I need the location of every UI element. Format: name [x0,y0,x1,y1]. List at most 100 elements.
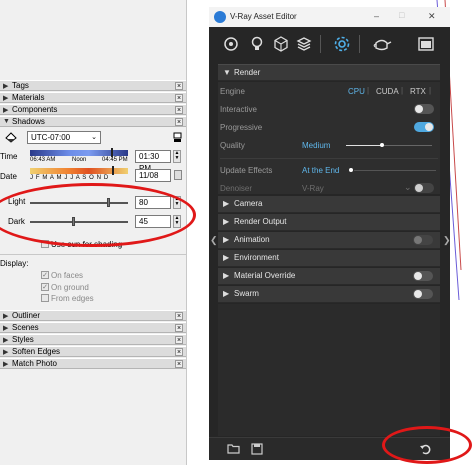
section-match-photo[interactable]: ▶ Match Photo × [0,358,186,369]
from-edges-label: From edges [51,294,94,303]
time-spinner[interactable]: ▲ ▼ [173,150,181,163]
section-outliner[interactable]: ▶ Outliner × [0,310,186,321]
close-button[interactable]: ✕ [428,11,436,22]
animation-panel[interactable]: ▶ Animation [218,232,440,249]
time-field[interactable]: 01:30 PM [135,150,171,173]
collapse-left-arrow-icon[interactable]: ❮ [210,235,218,246]
materials-icon[interactable] [223,36,239,52]
panel-title: Render Output [234,217,287,226]
maximize-button[interactable]: □ [399,10,404,20]
material-override-toggle[interactable] [413,271,433,281]
interactive-toggle[interactable] [414,104,434,114]
section-shadows[interactable]: ▼ Shadows × [0,116,186,127]
date-slider-thumb[interactable] [112,166,114,175]
section-label: Outliner [12,311,41,320]
close-icon[interactable]: × [175,106,183,114]
expand-arrow-icon: ▶ [3,337,9,344]
on-faces-checkbox[interactable]: ✓ [41,271,49,279]
expand-arrow-icon: ▶ [3,313,9,320]
calendar-icon[interactable] [174,170,182,180]
lights-icon[interactable] [249,36,265,52]
expand-arrow-icon: ▶ [223,217,230,226]
collapse-arrow-icon: ▼ [223,68,231,77]
denoiser-value[interactable]: V-Ray [302,184,324,193]
close-icon[interactable]: × [175,348,183,356]
denoiser-toggle[interactable] [414,183,434,193]
expand-right-arrow-icon[interactable]: ❯ [443,235,451,246]
settings-gear-icon[interactable] [333,35,351,53]
update-effects-value[interactable]: At the End [302,166,339,175]
section-label: Shadows [12,117,45,126]
render-panel-header[interactable]: ▼ Render [218,64,440,81]
close-icon[interactable]: × [175,336,183,344]
window-title: V-Ray Asset Editor [230,12,297,21]
update-effects-slider-thumb[interactable] [349,168,353,172]
display-label: Display: [0,259,29,268]
engine-label: Engine [220,87,245,96]
sunset-label: 04:45 PM [102,157,128,163]
save-icon[interactable] [250,443,264,455]
panel-title: Material Override [234,271,296,280]
expand-arrow-icon: ▶ [3,361,9,368]
section-materials[interactable]: ▶ Materials × [0,92,186,103]
open-folder-icon[interactable] [227,443,241,455]
interactive-label: Interactive [220,105,257,114]
expand-arrow-icon: ▶ [223,289,230,298]
denoiser-label: Denoiser [220,184,253,193]
time-ticks: 06:43 AM Noon 04:45 PM [30,157,128,163]
section-soften-edges[interactable]: ▶ Soften Edges × [0,346,186,357]
chevron-down-icon: ⌄ [404,182,412,192]
timezone-value: UTC-07:00 [31,133,71,142]
expand-arrow-icon: ▶ [3,325,9,332]
title-bar[interactable]: V-Ray Asset Editor – □ ✕ [209,7,450,27]
engine-cpu[interactable]: CPU [348,87,365,96]
divider [0,254,186,255]
section-label: Components [12,105,58,114]
camera-panel[interactable]: ▶ Camera [218,196,440,213]
close-icon[interactable]: × [175,94,183,102]
close-icon[interactable]: × [175,360,183,368]
update-effects-slider-track[interactable] [354,170,436,171]
textures-icon[interactable] [296,36,312,52]
close-icon[interactable]: × [175,118,183,126]
quality-label: Quality [220,141,245,150]
time-slider-thumb[interactable] [111,148,113,157]
section-label: Materials [12,93,45,102]
frame-buffer-icon[interactable] [417,35,435,53]
on-ground-checkbox[interactable]: ✓ [41,283,49,291]
swarm-toggle[interactable] [413,289,433,299]
minimize-button[interactable]: – [374,11,379,21]
material-override-panel[interactable]: ▶ Material Override [218,268,440,285]
date-field[interactable]: 11/08 [135,169,171,182]
render-output-panel[interactable]: ▶ Render Output [218,214,440,231]
render-teapot-icon[interactable] [372,35,392,53]
from-edges-checkbox[interactable] [41,294,49,302]
engine-cuda[interactable]: CUDA [376,87,399,96]
close-icon[interactable]: × [175,82,183,90]
panel-title: Camera [234,199,263,208]
expand-arrow-icon: ▶ [3,107,9,114]
shadow-settings-icon[interactable] [173,132,182,143]
progressive-toggle[interactable] [414,122,434,132]
month-ticks: J F M A M J J A S O N D [30,175,109,181]
close-icon[interactable]: × [175,324,183,332]
quality-slider-thumb[interactable] [380,143,384,147]
timezone-select[interactable]: UTC-07:00 ⌄ [27,131,101,144]
engine-rtx[interactable]: RTX [410,87,426,96]
environment-panel[interactable]: ▶ Environment [218,250,440,267]
section-label: Styles [12,335,34,344]
section-styles[interactable]: ▶ Styles × [0,334,186,345]
swarm-panel[interactable]: ▶ Swarm [218,286,440,303]
close-icon[interactable]: × [175,312,183,320]
section-label: Scenes [12,323,39,332]
shadow-toggle-icon[interactable] [5,132,17,143]
on-faces-label: On faces [51,271,84,280]
section-components[interactable]: ▶ Components × [0,104,186,115]
divider [220,158,438,159]
section-tags[interactable]: ▶ Tags × [0,80,186,91]
empty-panel-area [218,304,440,436]
animation-toggle[interactable] [413,235,433,245]
expand-arrow-icon: ▶ [223,199,230,208]
section-scenes[interactable]: ▶ Scenes × [0,322,186,333]
geometry-icon[interactable] [273,36,289,52]
